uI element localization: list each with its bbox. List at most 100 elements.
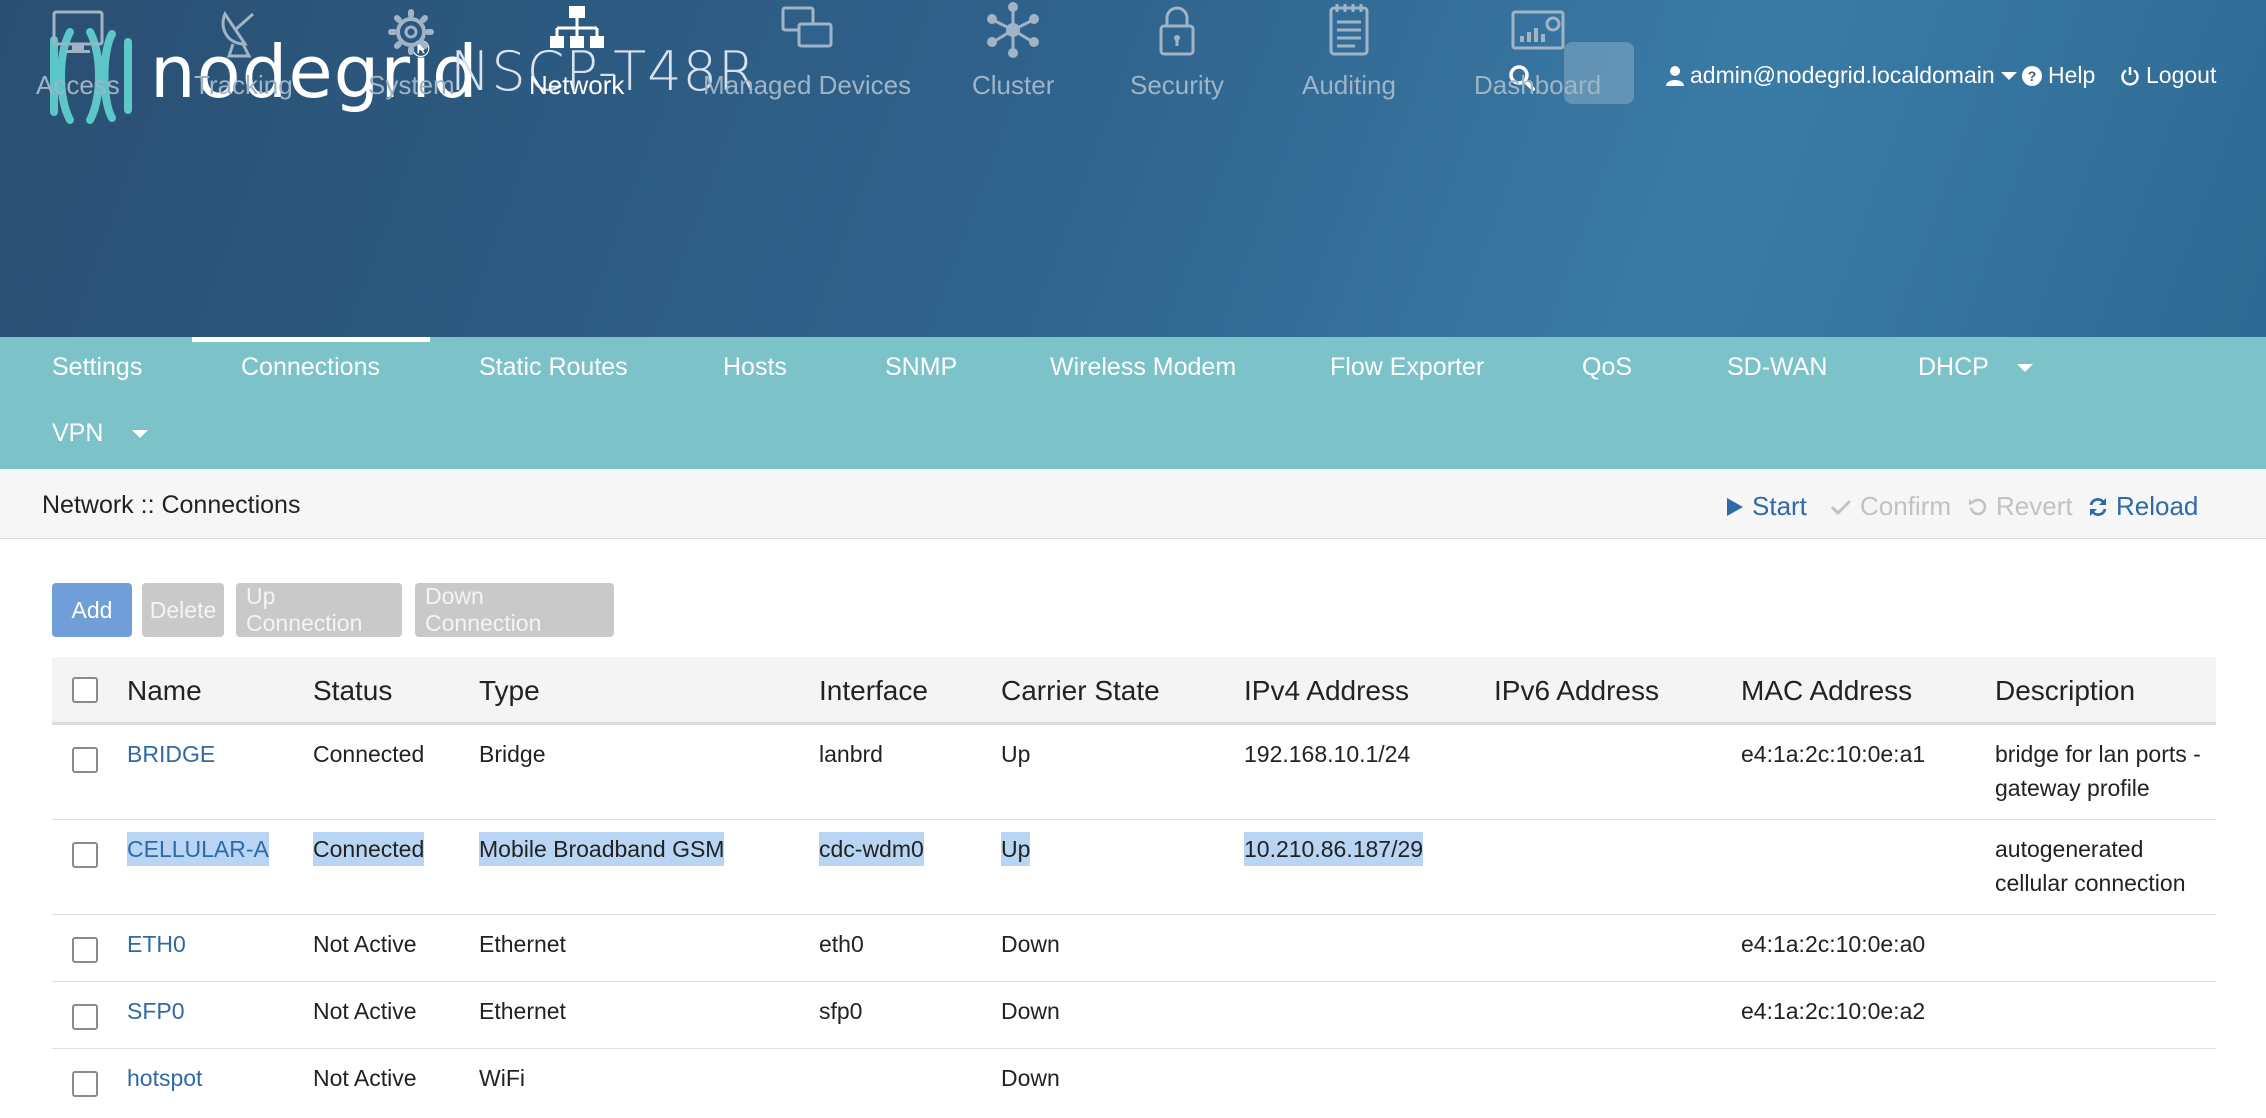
cell-carrier-state: Down <box>1001 998 1060 1024</box>
row-checkbox[interactable] <box>72 1071 98 1097</box>
cell-status: Connected <box>313 741 425 767</box>
cell-description-line2: cellular connection <box>1995 870 2186 896</box>
logout-link[interactable]: Logout <box>2120 62 2216 89</box>
down-connection-button[interactable]: Down Connection <box>415 583 614 637</box>
cluster-icon <box>987 2 1040 58</box>
cell-ipv4: 10.210.86.187/29 <box>1244 832 1424 866</box>
row-checkbox[interactable] <box>72 842 98 868</box>
cell-carrier-state: Up <box>1001 832 1031 866</box>
tab-dhcp[interactable]: DHCP <box>1918 353 2034 382</box>
column-header-description[interactable]: Description <box>1995 675 2135 707</box>
table-row[interactable]: BRIDGE Connected Bridge lanbrd Up 192.16… <box>52 725 2216 820</box>
confirm-label: Confirm <box>1860 491 1952 521</box>
nav-access[interactable]: Access <box>36 0 120 101</box>
connection-name-link[interactable]: hotspot <box>127 1061 202 1095</box>
table-row[interactable]: ETH0 Not Active Ethernet eth0 Down e4:1a… <box>52 915 2216 982</box>
user-menu[interactable]: admin@nodegrid.localdomain <box>1666 62 2017 89</box>
table-row[interactable]: SFP0 Not Active Ethernet sfp0 Down e4:1a… <box>52 982 2216 1049</box>
column-header-ipv6[interactable]: IPv6 Address <box>1494 675 1659 707</box>
tab-sd-wan[interactable]: SD-WAN <box>1727 353 1827 382</box>
column-header-name[interactable]: Name <box>127 675 202 707</box>
tab-flow-exporter[interactable]: Flow Exporter <box>1330 353 1484 382</box>
cell-mac: e4:1a:2c:10:0e:a2 <box>1741 998 1926 1024</box>
monitor-icon <box>52 10 104 53</box>
nav-tracking[interactable]: Tracking <box>194 0 293 101</box>
nav-label: System <box>368 70 455 100</box>
nav-label: Managed Devices <box>703 70 912 100</box>
nav-network[interactable]: Network <box>529 0 624 101</box>
table-header: Name Status Type Interface Carrier State… <box>52 657 2216 725</box>
column-header-carrier-state[interactable]: Carrier State <box>1001 675 1160 707</box>
nav-auditing[interactable]: Auditing <box>1302 0 1396 101</box>
nav-label: Tracking <box>194 70 293 100</box>
confirm-button[interactable]: Confirm <box>1830 491 1951 522</box>
tab-connections[interactable]: Connections <box>241 353 380 382</box>
cell-status: Not Active <box>313 998 417 1024</box>
cell-ipv4: 192.168.10.1/24 <box>1244 741 1411 767</box>
cell-description-line1: autogenerated <box>1995 836 2144 862</box>
tab-hosts[interactable]: Hosts <box>723 353 787 382</box>
logout-label: Logout <box>2146 62 2217 88</box>
tab-settings[interactable]: Settings <box>52 353 142 382</box>
add-button[interactable]: Add <box>52 583 132 637</box>
chevron-down-icon <box>2017 364 2034 373</box>
connection-name-link[interactable]: BRIDGE <box>127 737 215 771</box>
help-label: Help <box>2048 62 2096 88</box>
power-icon <box>2121 66 2139 86</box>
nav-dashboard[interactable]: Dashboard <box>1474 0 1601 101</box>
column-header-interface[interactable]: Interface <box>819 675 928 707</box>
select-all-checkbox[interactable] <box>72 677 98 703</box>
network-icon <box>549 6 604 48</box>
nav-cluster[interactable]: Cluster <box>972 0 1054 101</box>
column-header-mac[interactable]: MAC Address <box>1741 675 1912 707</box>
tab-qos[interactable]: QoS <box>1582 353 1632 382</box>
row-checkbox[interactable] <box>72 747 98 773</box>
active-tab-indicator <box>192 337 430 342</box>
cell-description-line1: bridge for lan ports - <box>1995 741 2201 767</box>
nav-system[interactable]: System <box>368 0 455 101</box>
reload-button[interactable]: Reload <box>2088 491 2198 522</box>
revert-button[interactable]: Revert <box>1968 491 2073 522</box>
tab-vpn[interactable]: VPN <box>52 419 149 448</box>
user-name: admin@nodegrid.localdomain <box>1690 62 1995 88</box>
svg-text:?: ? <box>2028 68 2037 84</box>
cell-interface: eth0 <box>819 931 864 957</box>
tab-wireless-modem[interactable]: Wireless Modem <box>1050 353 1236 382</box>
cell-mac: e4:1a:2c:10:0e:a0 <box>1741 931 1926 957</box>
sub-navigation: Settings Connections Static Routes Hosts… <box>0 337 2266 469</box>
nav-security[interactable]: Security <box>1130 0 1224 101</box>
column-header-type[interactable]: Type <box>479 675 540 707</box>
row-checkbox[interactable] <box>72 937 98 963</box>
column-header-status[interactable]: Status <box>313 675 392 707</box>
cell-carrier-state: Up <box>1001 741 1031 767</box>
breadcrumb: Network :: Connections <box>42 491 301 519</box>
table-row[interactable]: hotspot Not Active WiFi Down <box>52 1049 2216 1116</box>
up-connection-button[interactable]: Up Connection <box>236 583 402 637</box>
nav-label: Network <box>529 70 625 100</box>
notepad-icon <box>1329 4 1369 56</box>
tab-vpn-label: VPN <box>52 419 104 447</box>
connection-name-link[interactable]: ETH0 <box>127 927 186 961</box>
nav-managed-devices[interactable]: Managed Devices <box>703 0 911 101</box>
start-button[interactable]: Start <box>1726 491 1807 522</box>
cell-type: Bridge <box>479 741 546 767</box>
connection-name-link[interactable]: CELLULAR-A <box>127 832 269 866</box>
nav-label: Dashboard <box>1474 70 1602 100</box>
tab-dhcp-label: DHCP <box>1918 353 1989 381</box>
delete-button[interactable]: Delete <box>142 583 224 637</box>
nav-label: Access <box>36 70 120 100</box>
row-checkbox[interactable] <box>72 1004 98 1030</box>
tab-static-routes[interactable]: Static Routes <box>479 353 628 382</box>
nav-label: Auditing <box>1302 70 1396 100</box>
connection-name-link[interactable]: SFP0 <box>127 994 185 1028</box>
cell-type: Mobile Broadband GSM <box>479 832 725 866</box>
table-row[interactable]: CELLULAR-A Connected Mobile Broadband GS… <box>52 820 2216 915</box>
help-link[interactable]: ? Help <box>2022 62 2095 89</box>
tab-snmp[interactable]: SNMP <box>885 353 957 382</box>
column-header-ipv4[interactable]: IPv4 Address <box>1244 675 1409 707</box>
refresh-icon <box>2089 497 2107 516</box>
nav-label: Security <box>1130 70 1224 100</box>
revert-label: Revert <box>1996 491 2073 521</box>
gear-icon <box>388 9 435 55</box>
undo-icon <box>1969 498 1987 515</box>
